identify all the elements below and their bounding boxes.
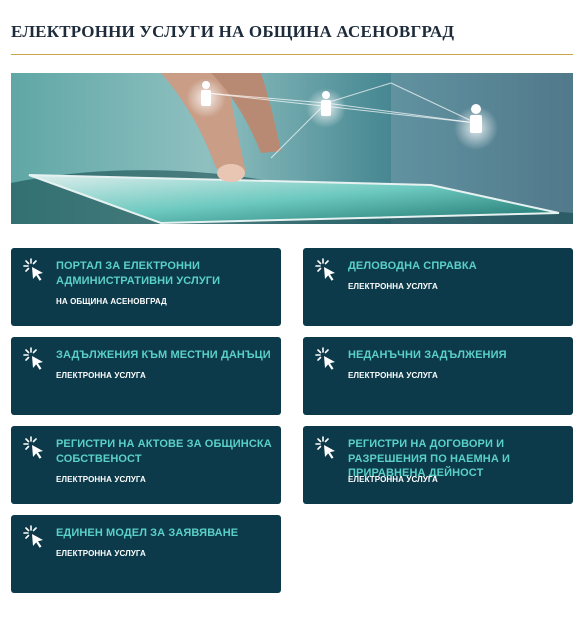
card-title: НЕДАНЪЧНИ ЗАДЪЛЖЕНИЯ [348,349,507,361]
card-subtitle: НА ОБЩИНА АСЕНОВГРАД [56,297,167,306]
cursor-click-icon [23,347,43,370]
cursor-click-icon [315,347,335,370]
card-title: ДЕЛОВОДНА СПРАВКА [348,260,477,272]
banner-image [11,73,573,224]
service-card-records-inquiry[interactable]: ДЕЛОВОДНА СПРАВКА ЕЛЕКТРОННА УСЛУГА [303,248,573,326]
card-subtitle: ЕЛЕКТРОННА УСЛУГА [348,475,438,484]
page-header: ЕЛЕКТРОННИ УСЛУГИ НА ОБЩИНА АСЕНОВГРАД [11,0,573,55]
service-card-lease-contracts-registry[interactable]: РЕГИСТРИ НА ДОГОВОРИ И РАЗРЕШЕНИЯ ПО НАЕ… [303,426,573,504]
service-card-unified-request-model[interactable]: ЕДИНЕН МОДЕЛ ЗА ЗАЯВЯВАНЕ ЕЛЕКТРОННА УСЛ… [11,515,281,593]
card-title: ПОРТАЛ ЗА ЕЛЕКТРОННИ АДМИНИСТРАТИВНИ УСЛ… [56,260,221,287]
cursor-click-icon [315,436,335,459]
card-title: ЗАДЪЛЖЕНИЯ КЪМ МЕСТНИ ДАНЪЦИ [56,349,271,361]
card-title: РЕГИСТРИ НА ДОГОВОРИ И РАЗРЕШЕНИЯ ПО НАЕ… [348,438,511,479]
cursor-click-icon [23,258,43,281]
page-title: ЕЛЕКТРОННИ УСЛУГИ НА ОБЩИНА АСЕНОВГРАД [11,22,455,41]
card-title: ЕДИНЕН МОДЕЛ ЗА ЗАЯВЯВАНЕ [56,527,239,539]
service-card-non-tax-liabilities[interactable]: НЕДАНЪЧНИ ЗАДЪЛЖЕНИЯ ЕЛЕКТРОННА УСЛУГА [303,337,573,415]
service-card-portal[interactable]: ПОРТАЛ ЗА ЕЛЕКТРОННИ АДМИНИСТРАТИВНИ УСЛ… [11,248,281,326]
card-subtitle: ЕЛЕКТРОННА УСЛУГА [348,371,438,380]
tablet-network-photo-icon [11,73,573,224]
card-subtitle: ЕЛЕКТРОННА УСЛУГА [56,475,146,484]
card-subtitle: ЕЛЕКТРОННА УСЛУГА [56,371,146,380]
card-title: РЕГИСТРИ НА АКТОВЕ ЗА ОБЩИНСКА СОБСТВЕНО… [56,438,272,465]
service-card-property-acts-registry[interactable]: РЕГИСТРИ НА АКТОВЕ ЗА ОБЩИНСКА СОБСТВЕНО… [11,426,281,504]
cursor-click-icon [315,258,335,281]
card-subtitle: ЕЛЕКТРОННА УСЛУГА [348,282,438,291]
cursor-click-icon [23,436,43,459]
card-subtitle: ЕЛЕКТРОННА УСЛУГА [56,549,146,558]
cursor-click-icon [23,525,43,548]
service-card-local-taxes[interactable]: ЗАДЪЛЖЕНИЯ КЪМ МЕСТНИ ДАНЪЦИ ЕЛЕКТРОННА … [11,337,281,415]
